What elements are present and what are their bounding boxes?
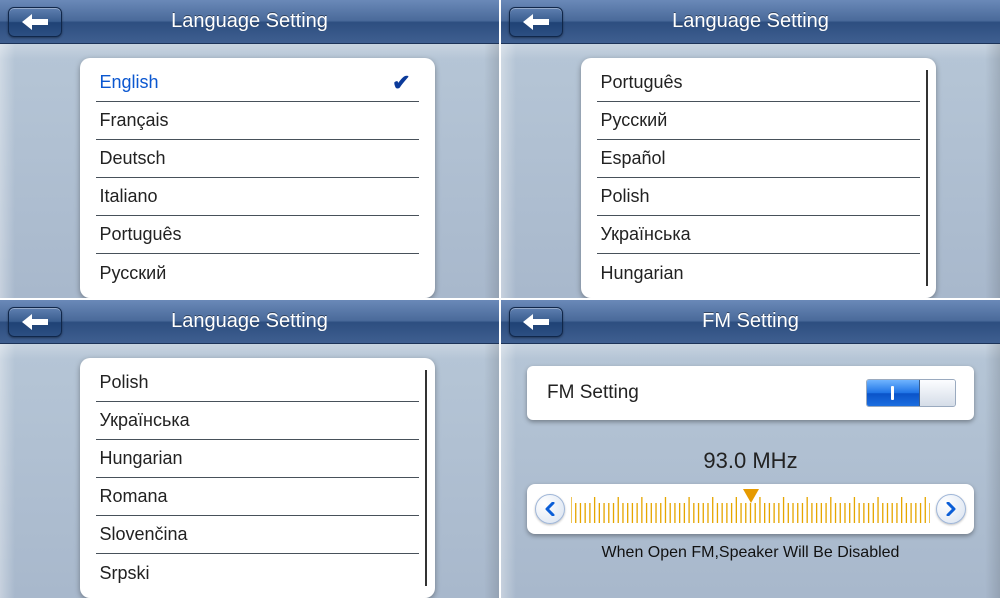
chevron-left-icon [544,502,556,516]
language-label: Українська [601,224,691,245]
language-item[interactable]: Italiano [96,178,419,216]
toggle-on-segment [867,380,920,406]
language-item[interactable]: Deutsch [96,140,419,178]
scroll-indicator[interactable] [926,70,928,286]
frequency-scale[interactable] [571,493,930,525]
back-button[interactable] [8,307,62,337]
language-item[interactable]: Português [597,64,920,102]
language-label: Romana [100,486,168,507]
content-area: English ✔ Français Deutsch Italiano Port… [0,44,499,298]
scroll-indicator[interactable] [425,370,427,586]
content-area: Português Русский Español Polish Українс… [501,44,1000,298]
back-button[interactable] [8,7,62,37]
language-item[interactable]: Русский [597,102,920,140]
language-panel-3: Language Setting Polish Українська Hunga… [0,300,499,598]
language-label: Polish [601,186,650,207]
language-item[interactable]: Romana [96,478,419,516]
titlebar: Language Setting [0,300,499,344]
page-title: Language Setting [0,10,499,33]
back-arrow-icon [22,314,48,330]
language-item[interactable]: Українська [96,402,419,440]
language-label: Srpski [100,563,150,584]
fm-toggle[interactable] [866,379,956,407]
fm-panel: FM Setting FM Setting 93.0 MHz [501,300,1000,598]
page-title: Language Setting [0,310,499,333]
language-item[interactable]: Français [96,102,419,140]
language-item[interactable]: Português [96,216,419,254]
language-label: Русский [100,263,167,284]
frequency-readout: 93.0 MHz [527,448,974,474]
language-item[interactable]: Polish [96,364,419,402]
frequency-dial [527,484,974,534]
language-label: Українська [100,410,190,431]
language-panel-1: Language Setting English ✔ Français Deut… [0,0,499,298]
language-label: Deutsch [100,148,166,169]
language-item[interactable]: Español [597,140,920,178]
language-label: English [100,72,159,93]
chevron-right-icon [945,502,957,516]
language-item[interactable]: Українська [597,216,920,254]
language-item[interactable]: Hungarian [96,440,419,478]
language-item[interactable]: Slovenčina [96,516,419,554]
freq-down-button[interactable] [535,494,565,524]
language-item[interactable]: Русский [96,254,419,292]
toggle-knob [920,380,955,406]
fm-toggle-label: FM Setting [547,382,639,404]
fm-hint-text: When Open FM,Speaker Will Be Disabled [527,544,974,562]
language-item[interactable]: Hungarian [597,254,920,292]
fm-toggle-card: FM Setting [527,366,974,420]
content-area: Polish Українська Hungarian Romana Slove… [0,344,499,598]
language-label: Hungarian [601,263,684,284]
titlebar: FM Setting [501,300,1000,344]
page-title: Language Setting [501,10,1000,33]
language-label: Русский [601,110,668,131]
language-list: Português Русский Español Polish Українс… [581,58,936,298]
back-button[interactable] [509,307,563,337]
language-item[interactable]: Polish [597,178,920,216]
page-title: FM Setting [501,310,1000,333]
back-arrow-icon [523,14,549,30]
language-label: Français [100,110,169,131]
back-arrow-icon [22,14,48,30]
language-label: Español [601,148,666,169]
language-list: English ✔ Français Deutsch Italiano Port… [80,58,435,298]
titlebar: Language Setting [501,0,1000,44]
language-panel-2: Language Setting Português Русский Españ… [501,0,1000,298]
frequency-pointer-icon [743,489,759,503]
language-label: Português [100,224,182,245]
language-label: Italiano [100,186,158,207]
language-label: Português [601,72,683,93]
language-item[interactable]: Srpski [96,554,419,592]
check-icon: ✔ [392,70,410,96]
back-arrow-icon [523,314,549,330]
language-label: Hungarian [100,448,183,469]
language-item[interactable]: English ✔ [96,64,419,102]
language-list: Polish Українська Hungarian Romana Slove… [80,358,435,598]
back-button[interactable] [509,7,563,37]
titlebar: Language Setting [0,0,499,44]
language-label: Polish [100,372,149,393]
language-label: Slovenčina [100,524,188,545]
freq-up-button[interactable] [936,494,966,524]
frequency-block: 93.0 MHz When Open FM,Speaker Will Be Di… [527,448,974,562]
content-area: FM Setting 93.0 MHz [501,344,1000,562]
